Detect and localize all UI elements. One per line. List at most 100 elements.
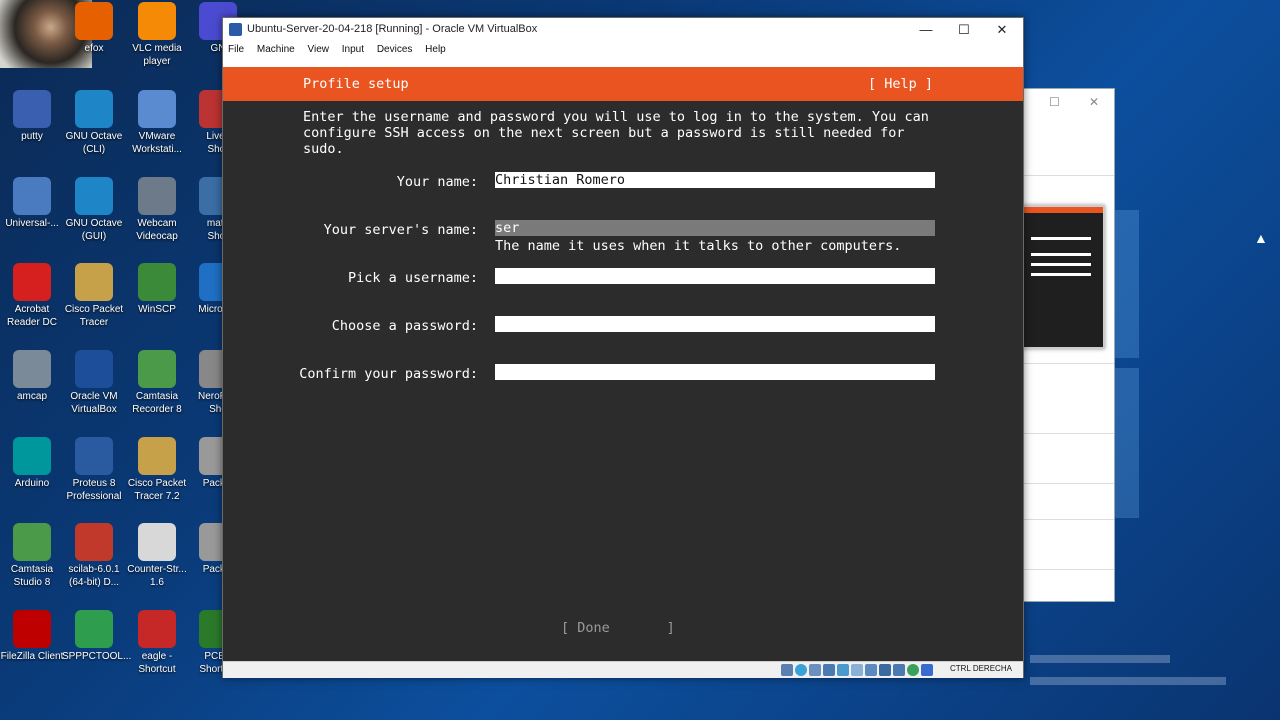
desktop-icon-label: SPPPCTOOL... (62, 651, 132, 662)
guest-additions-icon[interactable] (907, 664, 919, 676)
app-icon (75, 90, 113, 128)
network-icon[interactable] (823, 664, 835, 676)
desktop-icon[interactable]: VLC media player (125, 2, 189, 68)
name-input[interactable]: Christian Romero (495, 172, 935, 188)
desktop-icon-label: Universal-... (5, 218, 59, 229)
menu-file[interactable]: File (223, 42, 249, 55)
menu-input[interactable]: Input (337, 42, 369, 55)
usb-icon[interactable] (837, 664, 849, 676)
desktop-icon-label: Counter-Str... 1.6 (127, 564, 187, 588)
divider (1023, 175, 1114, 176)
desktop-icon-label: Arduino (14, 478, 50, 489)
desktop-icon[interactable]: scilab-6.0.1 (64-bit) D... (62, 523, 126, 589)
desktop-icon-label: Cisco Packet Tracer 7.2 (127, 478, 187, 502)
server-name-input[interactable]: ser (495, 220, 935, 236)
app-icon (75, 2, 113, 40)
app-icon (13, 177, 51, 215)
menu-help[interactable]: Help (420, 42, 451, 55)
help-button[interactable]: [ Help ] (868, 76, 933, 92)
username-label: Pick a username: (347, 270, 478, 286)
menu-view[interactable]: View (303, 42, 335, 55)
desktop-icon[interactable]: GNU Octave (GUI) (62, 177, 126, 243)
desktop-icon[interactable]: Counter-Str... 1.6 (125, 523, 189, 589)
minimize-button[interactable]: — (907, 18, 945, 42)
app-icon (75, 610, 113, 648)
maximize-button[interactable]: ☐ (945, 18, 983, 42)
desktop-icon[interactable]: amcap (0, 350, 64, 403)
desktop-icon-label: Acrobat Reader DC (6, 304, 58, 328)
password-label: Choose a password: (331, 318, 478, 334)
thumbnail-line (1031, 237, 1091, 240)
desktop-icon[interactable]: Proteus 8 Professional (62, 437, 126, 503)
desktop-icon-label: Cisco Packet Tracer (64, 304, 124, 328)
desktop-icon-label: VMware Workstati... (132, 131, 182, 155)
password-input[interactable] (495, 316, 935, 332)
cpu-icon[interactable] (893, 664, 905, 676)
menu-devices[interactable]: Devices (372, 42, 418, 55)
audio-icon[interactable] (809, 664, 821, 676)
app-icon (138, 263, 176, 301)
thumbnail-line (1031, 273, 1091, 276)
thumbnail-header-bar (1023, 207, 1103, 213)
virtualbox-app-icon (229, 23, 242, 36)
username-input[interactable] (495, 268, 935, 284)
desktop-icon[interactable]: VMware Workstati... (125, 90, 189, 156)
app-icon (138, 523, 176, 561)
app-icon (75, 523, 113, 561)
optical-drive-icon[interactable] (795, 664, 807, 676)
divider (1023, 483, 1114, 484)
maximize-icon[interactable]: ☐ (1049, 95, 1060, 109)
virtualbox-window[interactable]: Ubuntu-Server-20-04-218 [Running] - Orac… (222, 17, 1024, 678)
desktop-icon[interactable]: WinSCP (125, 263, 189, 316)
server-name-label: Your server's name: (323, 222, 478, 238)
desktop-icon-label: Proteus 8 Professional (66, 478, 122, 502)
desktop-icon[interactable]: Webcam Videocap (125, 177, 189, 243)
app-icon (13, 523, 51, 561)
desktop-icon[interactable]: Cisco Packet Tracer (62, 263, 126, 329)
desktop-icon[interactable]: eagle - Shortcut (125, 610, 189, 676)
menu-machine[interactable]: Machine (252, 42, 300, 55)
host-key-indicator: CTRL DERECHA (950, 664, 1012, 673)
divider (1023, 363, 1114, 364)
app-icon (138, 437, 176, 475)
desktop-icon[interactable]: Universal-... (0, 177, 64, 230)
desktop-icon[interactable]: FileZilla Client (0, 610, 64, 663)
wallpaper-beam (1113, 368, 1139, 518)
desktop-icon-label: putty (21, 131, 43, 142)
close-icon[interactable]: ✕ (1089, 95, 1099, 109)
desktop-icon[interactable]: Cisco Packet Tracer 7.2 (125, 437, 189, 503)
hard-disk-icon[interactable] (781, 664, 793, 676)
background-window[interactable]: ☐ ✕ (1021, 88, 1115, 602)
intro-text: Enter the username and password you will… (303, 109, 929, 157)
server-name-hint: The name it uses when it talks to other … (495, 238, 902, 254)
desktop-icon[interactable]: efox (62, 2, 126, 55)
done-button[interactable]: [ Done ] (561, 620, 675, 636)
close-button[interactable]: ✕ (983, 18, 1021, 42)
vm-display[interactable]: Profile setup [ Help ] Enter the usernam… (223, 67, 1023, 661)
desktop-icon[interactable]: Camtasia Studio 8 (0, 523, 64, 589)
display-icon[interactable] (865, 664, 877, 676)
desktop-icon[interactable]: Oracle VM VirtualBox (62, 350, 126, 416)
desktop-icon[interactable]: Camtasia Recorder 8 (125, 350, 189, 416)
confirm-password-input[interactable] (495, 364, 935, 380)
desktop-icon-label: GNU Octave (GUI) (65, 218, 123, 242)
shared-folders-icon[interactable] (851, 664, 863, 676)
name-label: Your name: (396, 174, 478, 190)
vm-preview-thumbnail[interactable] (1021, 205, 1105, 349)
desktop-icon[interactable]: putty (0, 90, 64, 143)
wallpaper-beam (1113, 210, 1139, 358)
app-icon (75, 177, 113, 215)
thumbnail-line (1031, 253, 1091, 256)
title-bar[interactable]: Ubuntu-Server-20-04-218 [Running] - Orac… (223, 18, 1023, 42)
desktop-icon[interactable]: Acrobat Reader DC (0, 263, 64, 329)
confirm-password-label: Confirm your password: (299, 366, 478, 382)
desktop: efox VLC media player GN putty GNU Octave (C… (0, 0, 240, 720)
desktop-icon[interactable]: Arduino (0, 437, 64, 490)
desktop-icon-label: Oracle VM VirtualBox (70, 391, 118, 415)
desktop-icon[interactable]: SPPPCTOOL... (62, 610, 132, 663)
desktop-icon-label: efox (84, 43, 104, 54)
mouse-integration-icon[interactable] (921, 664, 933, 676)
desktop-icon[interactable]: GNU Octave (CLI) (62, 90, 126, 156)
app-icon (138, 610, 176, 648)
video-capture-icon[interactable] (879, 664, 891, 676)
